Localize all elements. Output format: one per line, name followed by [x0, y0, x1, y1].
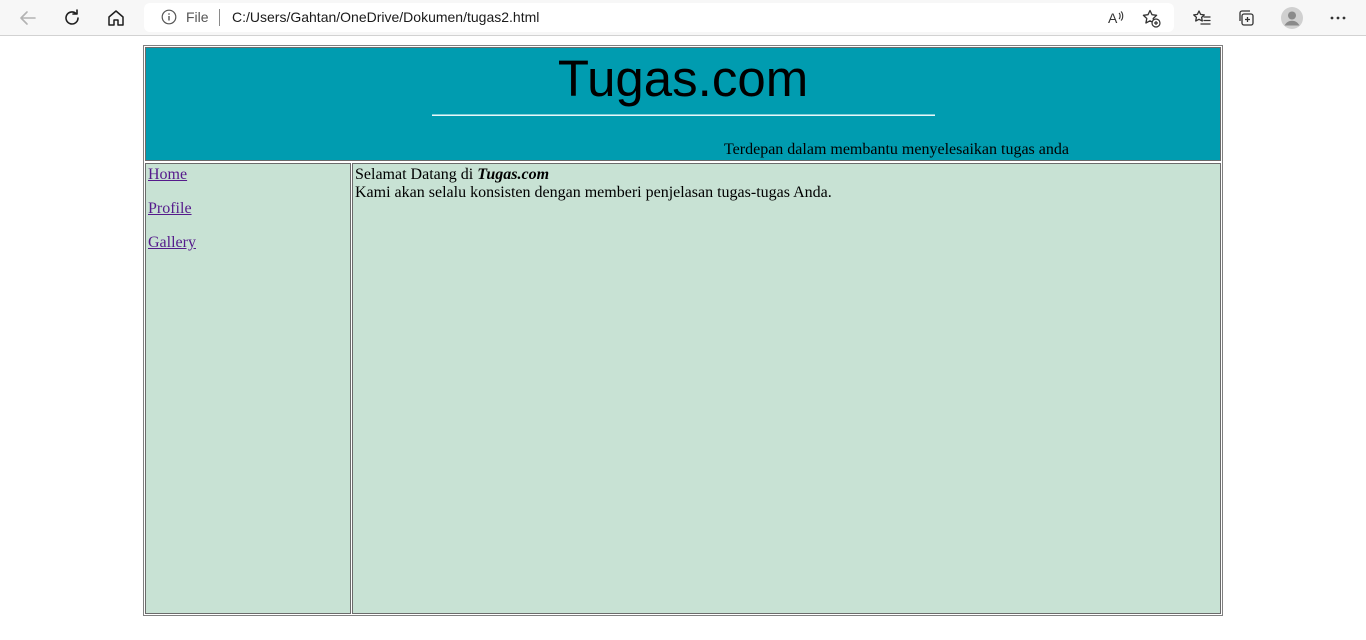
header-divider [432, 114, 935, 116]
address-separator [219, 9, 220, 26]
address-bar[interactable]: File C:/Users/Gahtan/OneDrive/Dokumen/tu… [144, 3, 1174, 32]
welcome-heading: Selamat Datang di Tugas.com [355, 166, 549, 184]
read-aloud-button[interactable]: A [1106, 8, 1126, 28]
refresh-button[interactable] [56, 2, 88, 34]
page-header: Tugas.com Terdepan dalam membantu menyel… [145, 47, 1221, 161]
nav-link-home[interactable]: Home [148, 166, 187, 184]
add-favorite-button[interactable] [1141, 8, 1161, 28]
browser-toolbar: File C:/Users/Gahtan/OneDrive/Dokumen/tu… [0, 0, 1366, 36]
info-icon[interactable] [161, 9, 177, 25]
nav-link-gallery[interactable]: Gallery [148, 234, 196, 252]
address-scheme: File [186, 9, 209, 25]
back-button[interactable] [12, 2, 44, 34]
welcome-prefix: Selamat Datang di [355, 166, 474, 183]
collections-button[interactable] [1230, 2, 1262, 34]
more-icon [1330, 16, 1346, 20]
favorites-button[interactable] [1186, 2, 1218, 34]
address-url[interactable]: C:/Users/Gahtan/OneDrive/Dokumen/tugas2.… [232, 9, 539, 26]
home-button[interactable] [100, 2, 132, 34]
welcome-brand: Tugas.com [477, 166, 550, 183]
profile-avatar-icon [1281, 7, 1303, 29]
read-aloud-glyph: A [1108, 10, 1118, 26]
welcome-message: Kami akan selalu konsisten dengan member… [355, 184, 832, 201]
profile-button[interactable] [1276, 2, 1308, 34]
refresh-icon [65, 9, 79, 25]
sidebar-nav: Home Profile Gallery [145, 163, 351, 614]
more-button[interactable] [1322, 2, 1354, 34]
collections-icon [1239, 10, 1254, 26]
main-content: Selamat Datang di Tugas.com Kami akan se… [352, 163, 1221, 614]
add-favorite-icon [1142, 9, 1161, 28]
read-aloud-icon: A [1108, 10, 1124, 26]
back-icon [20, 11, 36, 25]
home-icon [108, 10, 124, 26]
favorites-icon [1193, 10, 1211, 25]
site-tagline: Terdepan dalam membantu menyelesaikan tu… [724, 141, 1069, 158]
nav-link-profile[interactable]: Profile [148, 200, 192, 218]
site-title: Tugas.com [557, 50, 809, 107]
